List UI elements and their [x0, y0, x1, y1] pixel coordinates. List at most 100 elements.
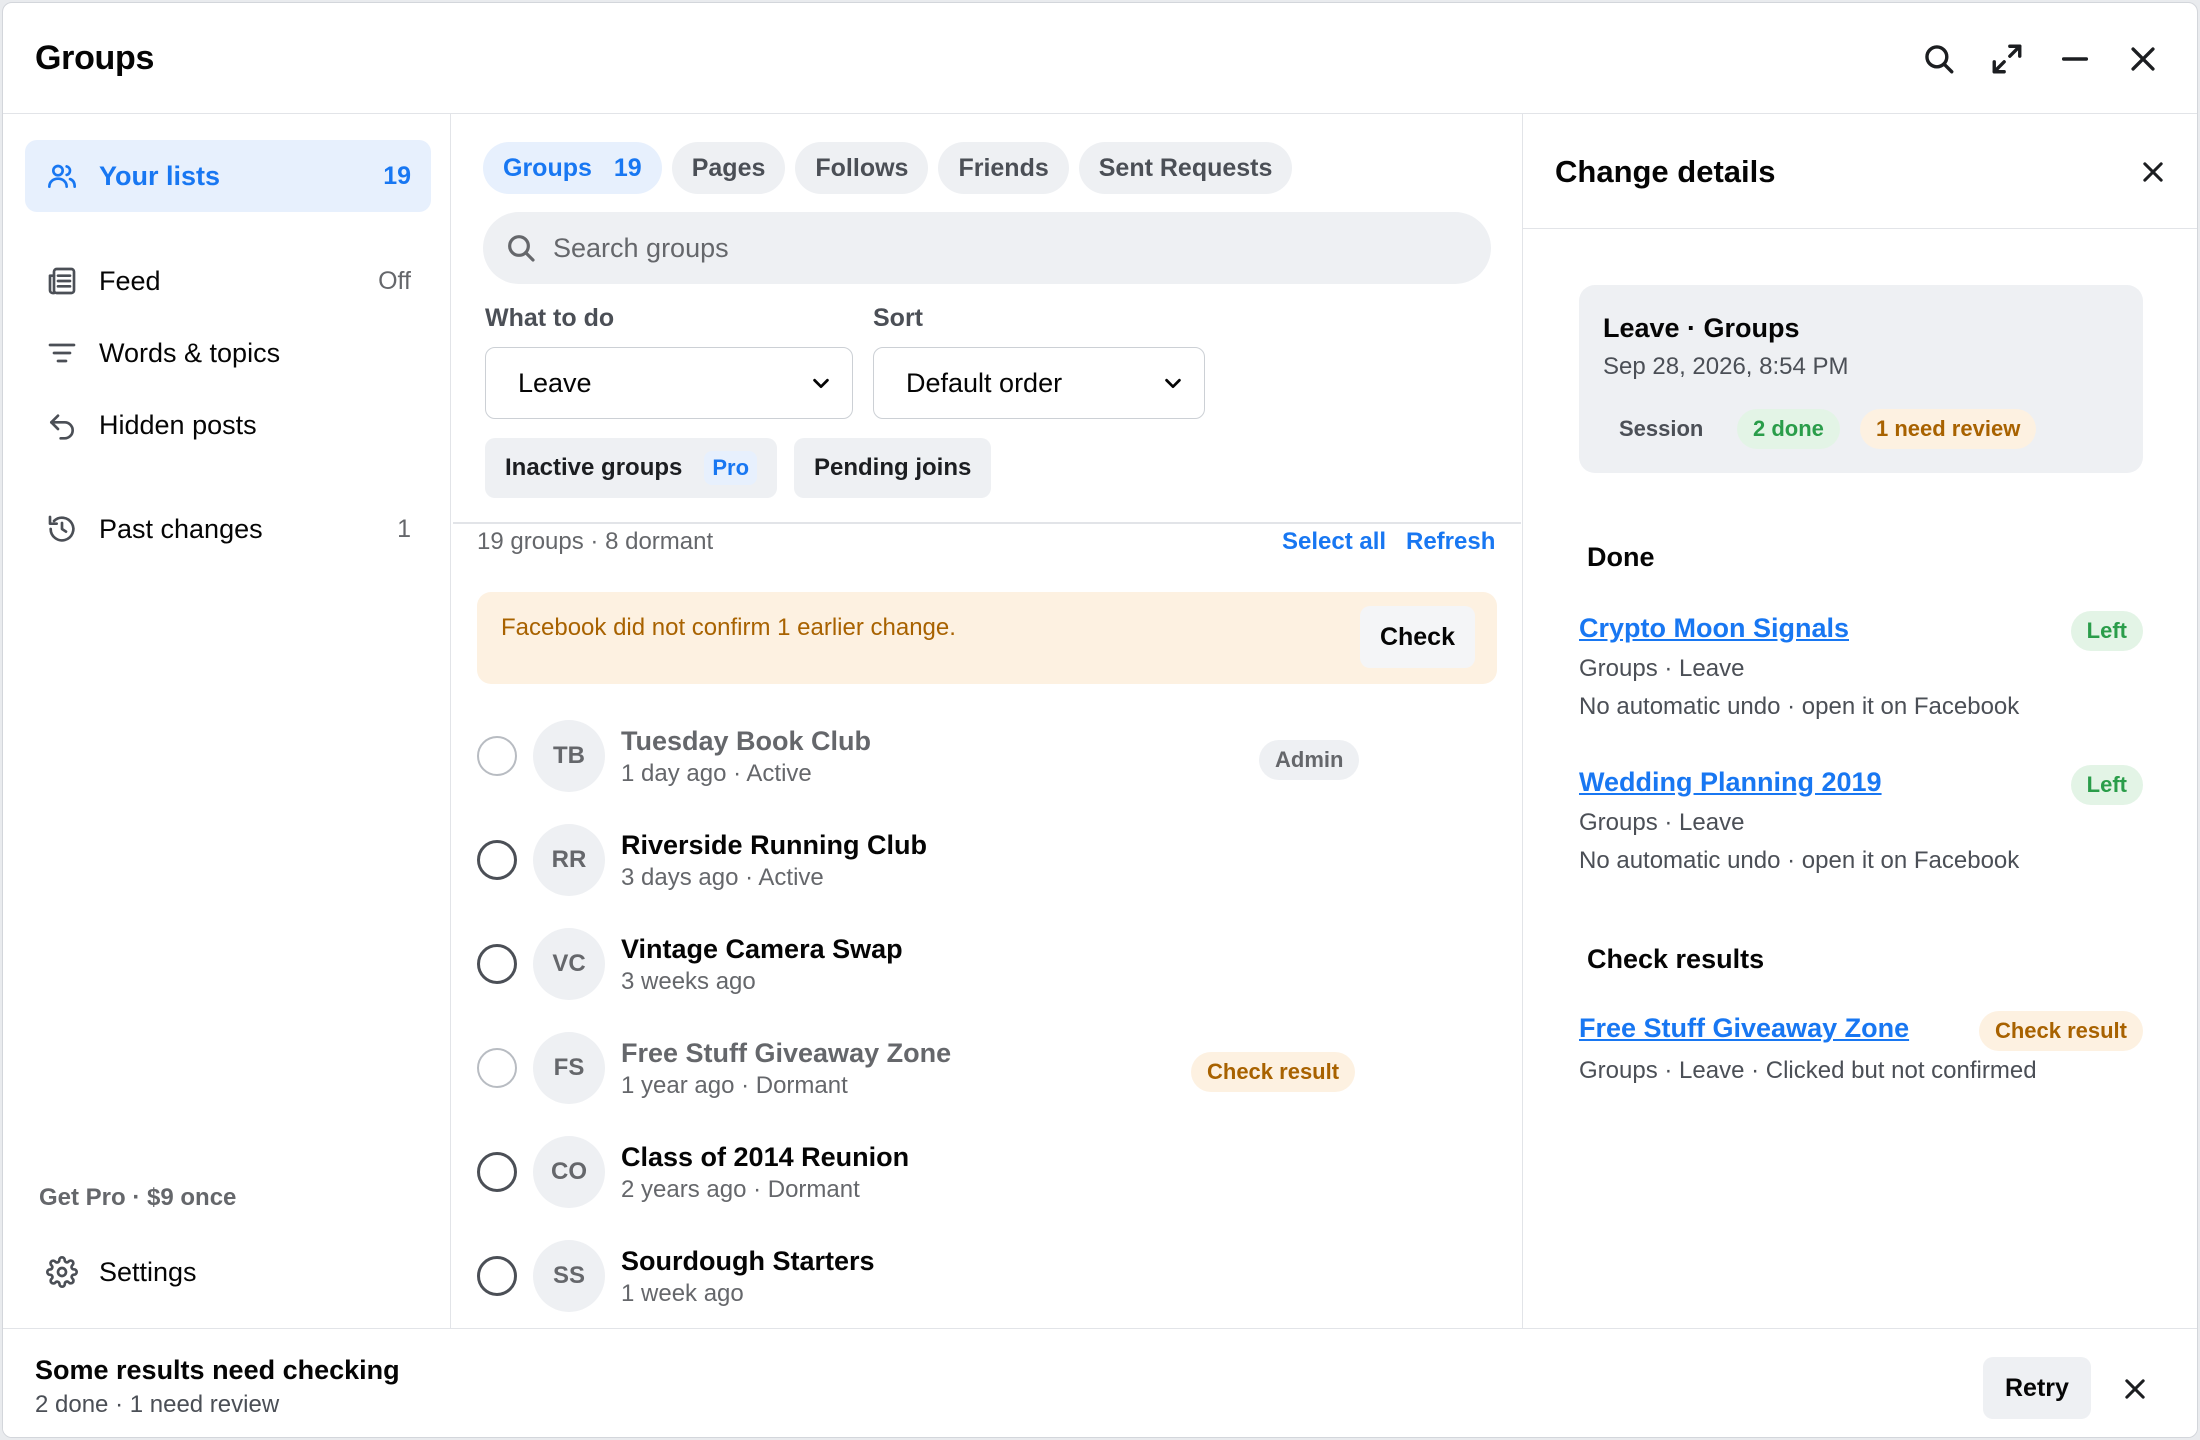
- change-item-type: Groups · Leave: [1579, 655, 1745, 682]
- review-badge: 1 need review: [1860, 409, 2037, 449]
- list-summary: 19 groups · 8 dormant: [477, 528, 714, 555]
- sidebar-item-status: Off: [378, 266, 411, 295]
- group-meta: 3 weeks ago: [621, 968, 756, 995]
- avatar: CO: [533, 1136, 605, 1208]
- people-icon: [45, 159, 79, 193]
- table-row[interactable]: RR Riverside Running Club 3 days ago · A…: [453, 808, 1521, 912]
- check-results-heading: Check results: [1587, 944, 1765, 974]
- group-meta: 1 week ago: [621, 1280, 744, 1307]
- tab-sent-requests[interactable]: Sent Requests: [1078, 142, 1293, 194]
- search-input[interactable]: [553, 232, 1453, 264]
- minimize-icon: [2061, 57, 2089, 61]
- tab-pages[interactable]: Pages: [671, 142, 786, 194]
- search-bar: [483, 212, 1491, 284]
- status-badge: Check result: [1978, 1011, 2143, 1051]
- group-name: Tuesday Book Club: [621, 726, 872, 756]
- sidebar-item-words-topics[interactable]: Words & topics: [25, 317, 431, 389]
- close-icon: [2131, 47, 2155, 71]
- status-badge: Left: [2070, 611, 2143, 651]
- change-item-type: Groups · Leave · Clicked but not confirm…: [1579, 1057, 2037, 1084]
- toast-subtitle: 2 done · 1 need review: [35, 1391, 280, 1418]
- group-name: Vintage Camera Swap: [621, 934, 903, 964]
- table-row[interactable]: VC Vintage Camera Swap 3 weeks ago: [453, 912, 1521, 1016]
- change-item-link[interactable]: Crypto Moon Signals: [1579, 613, 1849, 644]
- undo-icon: [45, 408, 79, 442]
- avatar: TB: [533, 720, 605, 792]
- window-title: Groups: [35, 39, 155, 77]
- row-select-radio[interactable]: [477, 944, 517, 984]
- row-select-radio[interactable]: [477, 840, 517, 880]
- filter-icon: [45, 336, 79, 370]
- group-meta: 2 years ago · Dormant: [621, 1176, 860, 1203]
- row-select-radio[interactable]: [477, 1256, 517, 1296]
- check-result-badge: Check result: [1191, 1052, 1356, 1092]
- gear-icon: [45, 1255, 79, 1289]
- avatar: VC: [533, 928, 605, 1000]
- check-button[interactable]: Check: [1359, 606, 1475, 668]
- group-meta: 1 day ago · Active: [621, 760, 812, 787]
- group-name: Class of 2014 Reunion: [621, 1142, 910, 1172]
- group-name: Riverside Running Club: [621, 830, 928, 860]
- table-row[interactable]: CO Class of 2014 Reunion 2 years ago · D…: [453, 1120, 1521, 1224]
- action-select[interactable]: Leave: [485, 347, 853, 419]
- table-row[interactable]: TB Tuesday Book Club 1 day ago · Active …: [453, 704, 1521, 808]
- table-row[interactable]: FS Free Stuff Giveaway Zone 1 year ago ·…: [453, 1016, 1521, 1120]
- tab-friends[interactable]: Friends: [938, 142, 1069, 194]
- sidebar-item-settings[interactable]: Settings: [25, 1236, 431, 1308]
- sidebar-item-past-changes[interactable]: Past changes 1: [25, 493, 431, 565]
- refresh-button[interactable]: Refresh: [1406, 528, 1495, 556]
- avatar: SS: [533, 1240, 605, 1312]
- close-details-button[interactable]: [2133, 152, 2173, 192]
- sort-label: Sort: [873, 304, 923, 332]
- inactive-groups-chip[interactable]: Inactive groups Pro: [485, 438, 778, 498]
- row-select-radio[interactable]: [477, 1152, 517, 1192]
- session-card: Leave · Groups Sep 28, 2026, 8:54 PM Ses…: [1579, 285, 2143, 473]
- search-icon: [1925, 45, 1954, 74]
- group-meta: 3 days ago · Active: [621, 864, 824, 891]
- unconfirmed-warning: Facebook did not confirm 1 earlier chang…: [477, 592, 1497, 684]
- tab-count: 19: [613, 153, 642, 182]
- session-title: Leave · Groups: [1603, 313, 1800, 343]
- row-select-radio[interactable]: [477, 736, 517, 776]
- toast-title: Some results need checking: [35, 1355, 400, 1385]
- minimize-button[interactable]: [2053, 37, 2097, 81]
- group-name: Sourdough Starters: [621, 1246, 875, 1276]
- dismiss-toast-button[interactable]: [2117, 1371, 2153, 1407]
- table-row[interactable]: SS Sourdough Starters 1 week ago: [453, 1224, 1521, 1328]
- details-header: Change details: [1523, 114, 2197, 229]
- sort-select[interactable]: Default order: [873, 347, 1205, 419]
- close-icon: [2143, 162, 2163, 182]
- change-item-link[interactable]: Free Stuff Giveaway Zone: [1579, 1013, 1909, 1044]
- admin-badge: Admin: [1259, 740, 1360, 780]
- tab-follows[interactable]: Follows: [795, 142, 929, 194]
- row-select-radio[interactable]: [477, 1048, 517, 1088]
- session-date: Sep 28, 2026, 8:54 PM: [1603, 353, 1849, 380]
- sidebar-item-label: Settings: [99, 1256, 197, 1287]
- expand-button[interactable]: [1985, 37, 2029, 81]
- sidebar-item-label: Feed: [99, 265, 161, 296]
- close-window-button[interactable]: [2121, 37, 2165, 81]
- sidebar-item-count: 1: [397, 514, 411, 543]
- get-pro-link[interactable]: Get Pro · $9 once: [39, 1184, 236, 1212]
- pending-joins-chip[interactable]: Pending joins: [794, 438, 992, 498]
- select-all-button[interactable]: Select all: [1282, 528, 1386, 556]
- done-heading: Done: [1587, 542, 1655, 572]
- change-item-link[interactable]: Wedding Planning 2019: [1579, 767, 1882, 798]
- status-badge: Left: [2070, 765, 2143, 805]
- tab-groups[interactable]: Groups 19: [483, 142, 662, 194]
- retry-button[interactable]: Retry: [1983, 1357, 2091, 1419]
- divider: [453, 522, 1521, 524]
- search-button[interactable]: [1917, 37, 1961, 81]
- search-icon: [508, 235, 535, 262]
- change-details-panel: Change details Leave · Groups Sep 28, 20…: [1522, 114, 2197, 1328]
- sidebar-item-hidden-posts[interactable]: Hidden posts: [25, 389, 431, 461]
- action-label: What to do: [485, 304, 615, 332]
- avatar: FS: [533, 1032, 605, 1104]
- sidebar-item-feed[interactable]: Feed Off: [25, 245, 431, 317]
- change-item-note: No automatic undo · open it on Facebook: [1579, 693, 2020, 720]
- sidebar-item-count: 19: [383, 161, 411, 190]
- title-bar: Groups: [3, 3, 2197, 114]
- sidebar-item-your-lists[interactable]: Your lists 19: [25, 140, 431, 212]
- action-select-value: Leave: [518, 367, 592, 398]
- done-badge: 2 done: [1737, 409, 1840, 449]
